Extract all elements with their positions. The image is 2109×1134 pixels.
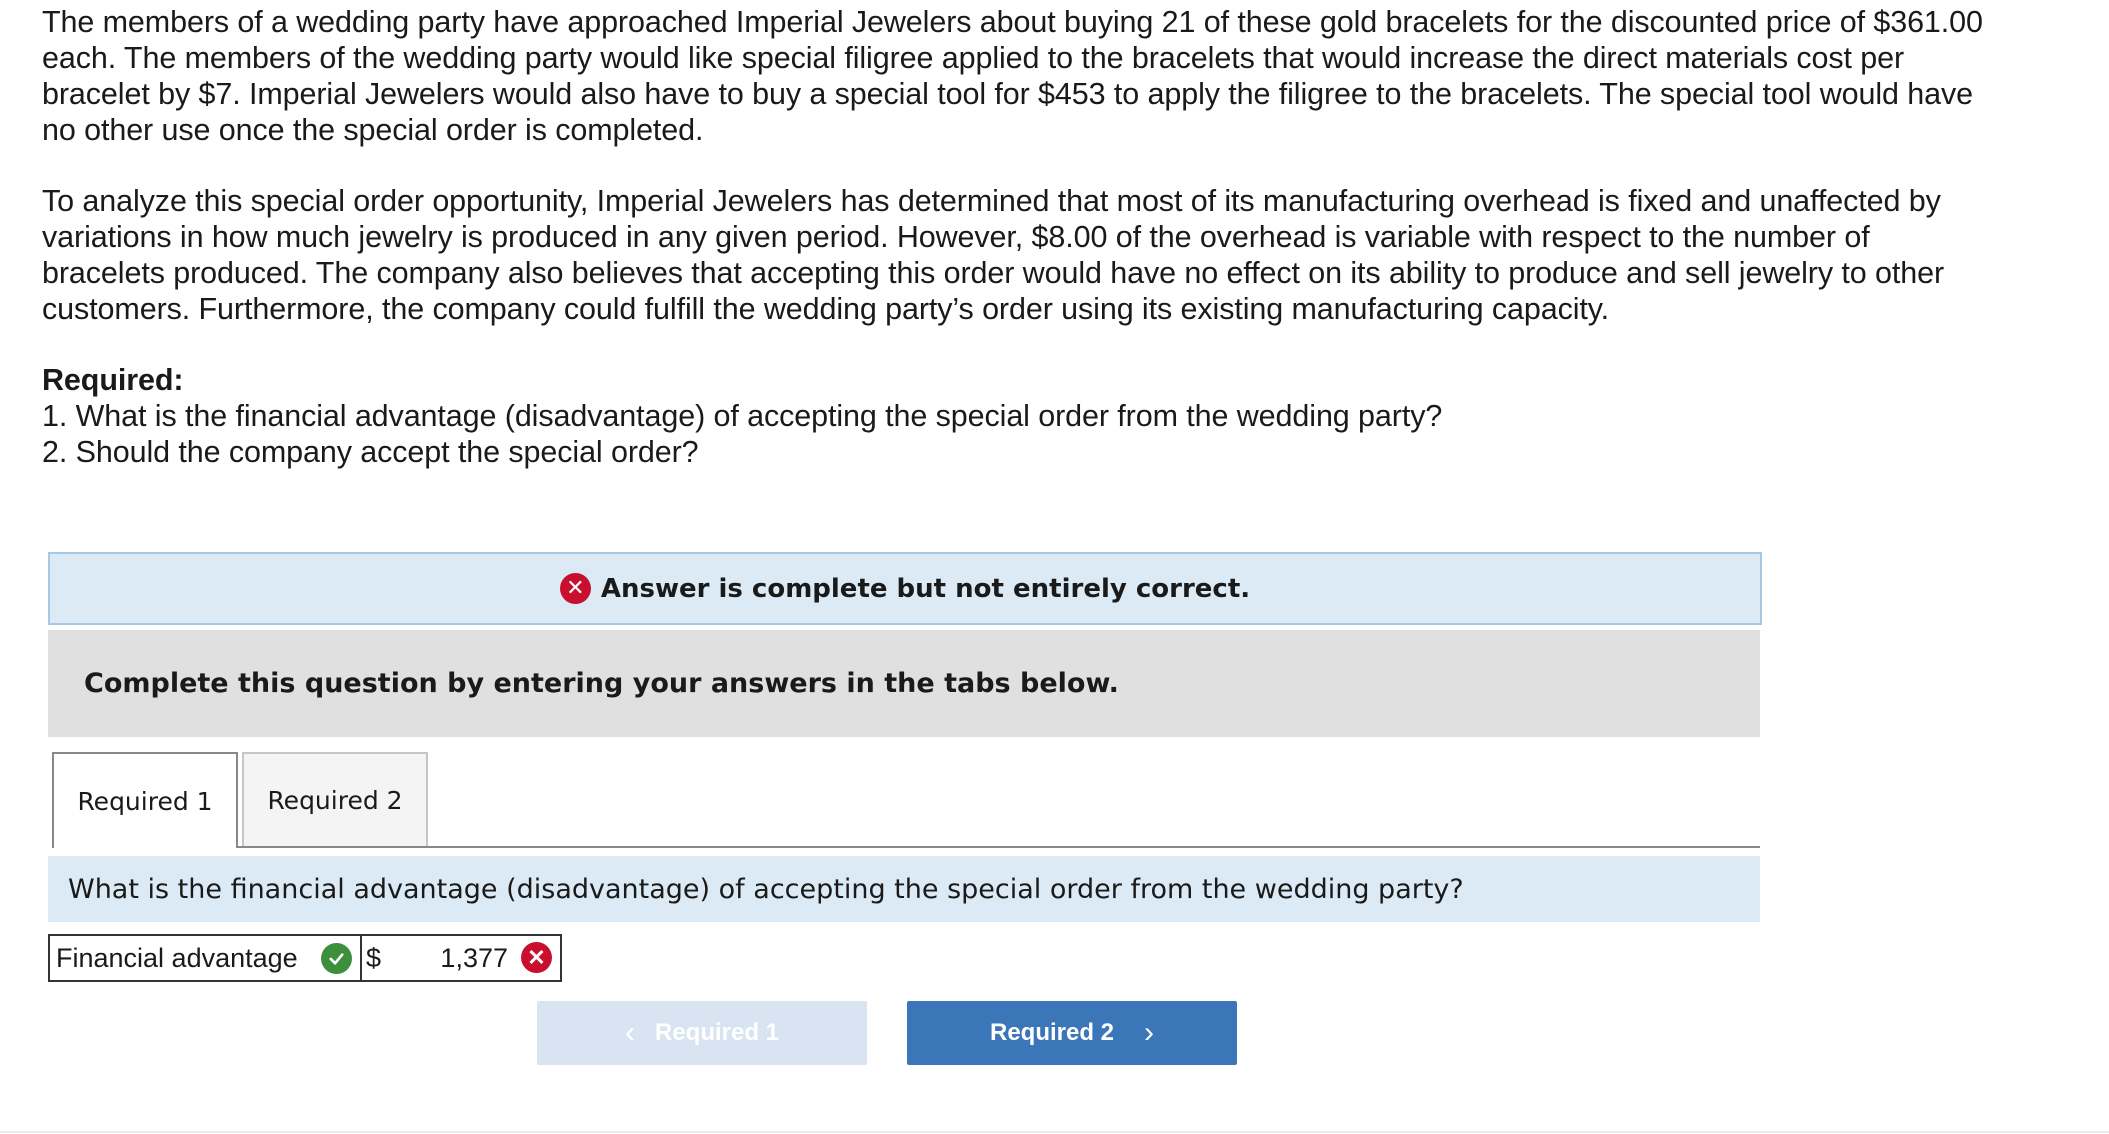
problem-statement: The members of a wedding party have appr… [42, 4, 1992, 470]
tab-list: Required 1 Required 2 [52, 752, 428, 848]
answer-value: 1,377 [440, 942, 508, 973]
required-heading: Required: [42, 363, 184, 397]
feedback-text: Answer is complete but not entirely corr… [600, 573, 1251, 604]
required-item-2: 2. Should the company accept the special… [42, 435, 699, 469]
prev-button-label: Required 1 [654, 1019, 780, 1046]
question-bar: What is the financial advantage (disadva… [48, 856, 1760, 922]
tab-required-2[interactable]: Required 2 [242, 752, 428, 846]
answer-table-row: Financial advantage $ 1,377 ✕ [48, 934, 562, 982]
tab-required-1[interactable]: Required 1 [52, 752, 238, 848]
required-item-1: 1. What is the financial advantage (disa… [42, 399, 1443, 433]
x-circle-icon: ✕ [521, 942, 552, 973]
instructions-bar: Complete this question by entering your … [48, 630, 1760, 737]
next-button-label: Required 2 [989, 1019, 1115, 1046]
answer-label: Financial advantage [56, 942, 298, 973]
problem-paragraph-1: The members of a wedding party have appr… [42, 5, 1983, 147]
prev-tab-button[interactable]: ‹ Required 1 [537, 1001, 867, 1065]
check-circle-icon [321, 943, 352, 974]
currency-symbol: $ [366, 942, 382, 973]
question-text: What is the financial advantage (disadva… [68, 873, 1464, 905]
answer-label-cell[interactable]: Financial advantage [50, 936, 360, 980]
next-tab-button[interactable]: Required 2 › [907, 1001, 1237, 1065]
problem-paragraph-2: To analyze this special order opportunit… [42, 184, 1945, 326]
bottom-divider [0, 1131, 2109, 1133]
chevron-right-icon: › [1144, 1016, 1155, 1049]
instructions-text: Complete this question by entering your … [84, 668, 1119, 699]
x-circle-icon: ✕ [559, 573, 591, 604]
required-list: 1. What is the financial advantage (disa… [42, 398, 1992, 470]
tab-divider [52, 846, 1760, 848]
chevron-left-icon: ‹ [624, 1016, 635, 1049]
feedback-banner: ✕ Answer is complete but not entirely co… [48, 552, 1762, 625]
financial-advantage-input[interactable]: $ 1,377 ✕ [360, 936, 560, 980]
